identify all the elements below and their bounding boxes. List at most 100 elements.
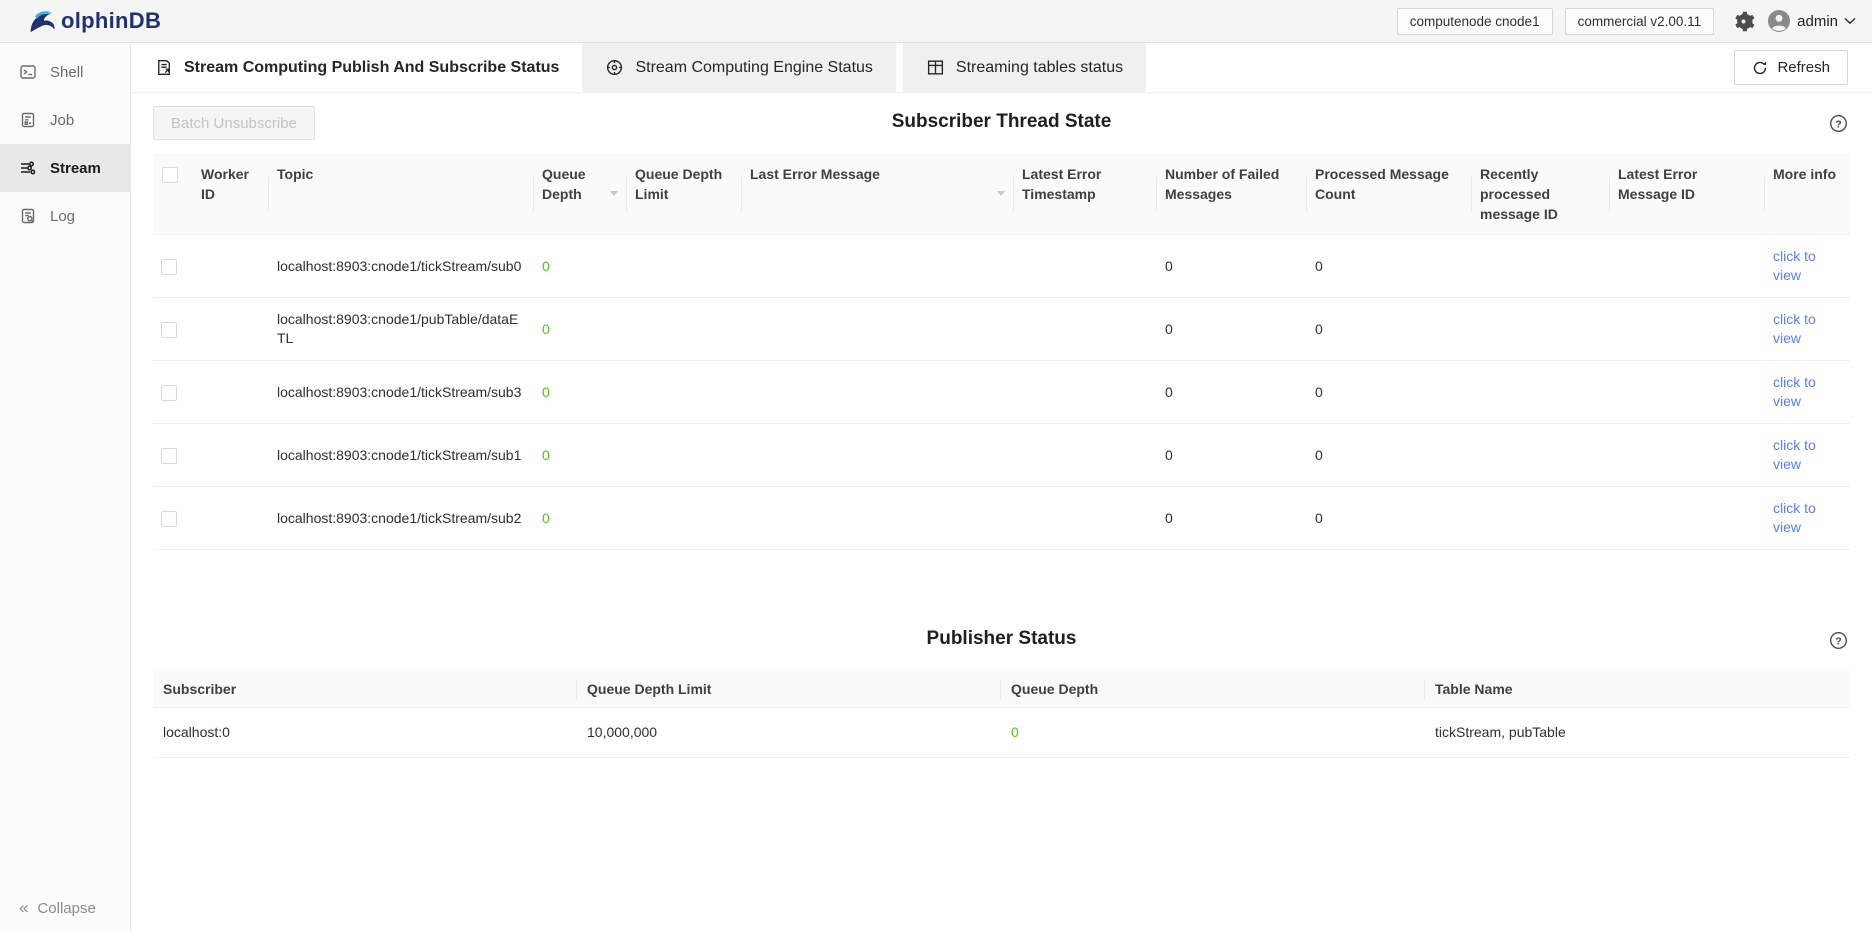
tab-streaming-tables-status[interactable]: Streaming tables status <box>903 43 1146 92</box>
settings-button[interactable] <box>1732 10 1755 33</box>
sidebar-item-label: Log <box>50 208 75 225</box>
worker-id-cell <box>193 298 269 361</box>
latest-error-timestamp-cell <box>1014 487 1157 550</box>
row-checkbox[interactable] <box>161 511 177 527</box>
worker-id-cell <box>193 424 269 487</box>
sidebar-item-log[interactable]: Log <box>0 192 130 240</box>
table-row: localhost:8903:cnode1/tickStream/sub2 0 … <box>153 487 1850 550</box>
row-checkbox[interactable] <box>161 385 177 401</box>
queue-depth-cell: 0 <box>534 424 627 487</box>
queue-depth-cell: 0 <box>534 487 627 550</box>
queue-depth-cell: 0 <box>534 361 627 424</box>
col-queue-depth[interactable]: Queue Depth <box>534 153 627 235</box>
topic-cell: localhost:8903:cnode1/tickStream/sub3 <box>269 361 534 424</box>
svg-text:?: ? <box>1835 635 1841 647</box>
sort-caret-icon <box>997 191 1005 196</box>
sidebar-collapse-button[interactable]: « Collapse <box>0 884 130 932</box>
dolphin-logo-icon <box>28 8 58 35</box>
chevron-down-icon <box>1844 17 1856 25</box>
queue-depth-limit-cell <box>627 298 742 361</box>
worker-id-cell <box>193 235 269 298</box>
recent-message-id-cell <box>1472 424 1610 487</box>
username: admin <box>1797 13 1838 30</box>
failed-messages-cell: 0 <box>1157 298 1307 361</box>
latest-error-timestamp-cell <box>1014 235 1157 298</box>
row-checkbox[interactable] <box>161 322 177 338</box>
queue-depth-limit-cell <box>627 235 742 298</box>
refresh-button[interactable]: Refresh <box>1734 50 1848 85</box>
processed-count-cell: 0 <box>1307 424 1472 487</box>
subscriber-toolbar: Batch Unsubscribe Subscriber Thread Stat… <box>153 106 1850 140</box>
col-failed-messages: Number of Failed Messages <box>1157 153 1307 235</box>
queue-depth-cell: 0 <box>534 298 627 361</box>
recent-message-id-cell <box>1472 235 1610 298</box>
sidebar-item-stream[interactable]: Stream <box>0 144 130 192</box>
latest-error-timestamp-cell <box>1014 361 1157 424</box>
subscriber-header-row: Worker ID Topic Queue Depth Queue Depth … <box>153 153 1850 235</box>
batch-unsubscribe-button[interactable]: Batch Unsubscribe <box>153 106 315 140</box>
topic-cell: localhost:8903:cnode1/tickStream/sub0 <box>269 235 534 298</box>
sidebar-item-shell[interactable]: Shell <box>0 48 130 96</box>
table-row: localhost:8903:cnode1/tickStream/sub3 0 … <box>153 361 1850 424</box>
processed-count-cell: 0 <box>1307 235 1472 298</box>
col-queue-depth: Queue Depth <box>1001 671 1425 708</box>
col-topic: Topic <box>269 153 534 235</box>
col-latest-error-message-id: Latest Error Message ID <box>1610 153 1765 235</box>
subscriber-help-button[interactable]: ? <box>1829 114 1848 133</box>
topic-cell: localhost:8903:cnode1/tickStream/sub2 <box>269 487 534 550</box>
refresh-icon <box>1752 60 1768 76</box>
click-to-view-link[interactable]: click to view <box>1773 248 1816 283</box>
sidebar: Shell Job Stream Log « Collapse <box>0 43 131 932</box>
col-table-name: Table Name <box>1425 671 1850 708</box>
collapse-label: Collapse <box>37 900 95 917</box>
log-icon <box>19 207 37 225</box>
col-last-error-message[interactable]: Last Error Message <box>742 153 1014 235</box>
queue-depth-cell: 0 <box>534 235 627 298</box>
failed-messages-cell: 0 <box>1157 235 1307 298</box>
collapse-icon: « <box>19 898 28 918</box>
tab-engine-status[interactable]: Stream Computing Engine Status <box>582 43 895 92</box>
sidebar-item-job[interactable]: Job <box>0 96 130 144</box>
col-last-error-message-label: Last Error Message <box>750 166 880 182</box>
subscriber-thread-table: Worker ID Topic Queue Depth Queue Depth … <box>153 153 1850 550</box>
failed-messages-cell: 0 <box>1157 424 1307 487</box>
queue-depth-limit-cell: 10,000,000 <box>577 708 1001 758</box>
top-header: olphinDB computenode cnode1 commercial v… <box>0 0 1872 43</box>
col-more-info: More info <box>1765 153 1850 235</box>
col-latest-error-timestamp: Latest Error Timestamp <box>1014 153 1157 235</box>
publisher-header-row: Subscriber Queue Depth Limit Queue Depth… <box>153 671 1850 708</box>
publisher-status-table: Subscriber Queue Depth Limit Queue Depth… <box>153 671 1850 758</box>
processed-count-cell: 0 <box>1307 361 1472 424</box>
latest-error-message-id-cell <box>1610 361 1765 424</box>
tab-label: Stream Computing Publish And Subscribe S… <box>184 59 559 77</box>
user-menu[interactable]: admin <box>1767 9 1856 33</box>
subscriber-cell: localhost:0 <box>153 708 577 758</box>
last-error-message-cell <box>742 424 1014 487</box>
queue-depth-cell: 0 <box>1001 708 1425 758</box>
tab-pubsub-status[interactable]: Stream Computing Publish And Subscribe S… <box>131 43 582 92</box>
help-icon: ? <box>1829 631 1848 650</box>
tab-label: Stream Computing Engine Status <box>635 59 872 77</box>
click-to-view-link[interactable]: click to view <box>1773 311 1816 346</box>
click-to-view-link[interactable]: click to view <box>1773 437 1816 472</box>
publisher-header: Publisher Status ? <box>153 626 1850 656</box>
last-error-message-cell <box>742 298 1014 361</box>
table-icon <box>926 58 945 77</box>
click-to-view-link[interactable]: click to view <box>1773 374 1816 409</box>
col-queue-depth-limit: Queue Depth Limit <box>627 153 742 235</box>
col-queue-depth-label: Queue Depth <box>542 166 586 202</box>
click-to-view-link[interactable]: click to view <box>1773 500 1816 535</box>
select-all-checkbox[interactable] <box>162 167 178 183</box>
table-row: localhost:0 10,000,000 0 tickStream, pub… <box>153 708 1850 758</box>
col-subscriber: Subscriber <box>153 671 577 708</box>
latest-error-message-id-cell <box>1610 487 1765 550</box>
row-checkbox[interactable] <box>161 259 177 275</box>
publisher-help-button[interactable]: ? <box>1829 631 1848 650</box>
node-badge: computenode cnode1 <box>1397 8 1553 35</box>
queue-depth-limit-cell <box>627 424 742 487</box>
failed-messages-cell: 0 <box>1157 361 1307 424</box>
queue-depth-limit-cell <box>627 487 742 550</box>
row-checkbox[interactable] <box>161 448 177 464</box>
latest-error-message-id-cell <box>1610 235 1765 298</box>
processed-count-cell: 0 <box>1307 487 1472 550</box>
